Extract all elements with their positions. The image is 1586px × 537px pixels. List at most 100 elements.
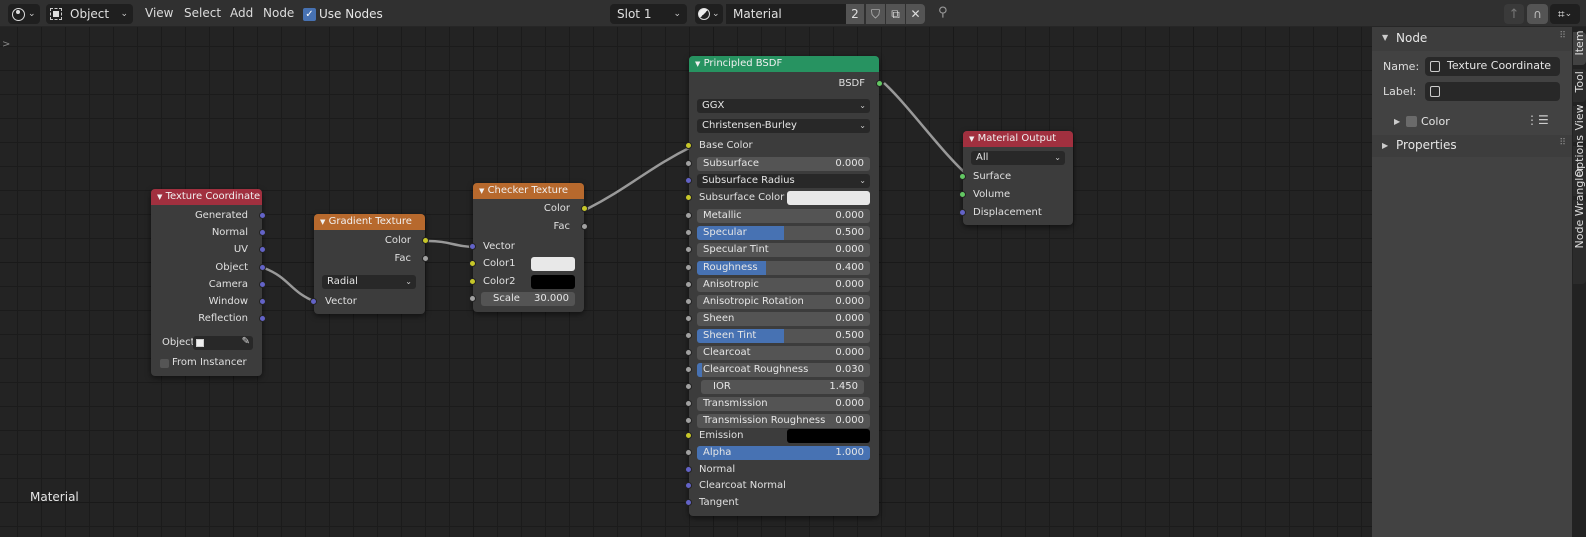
anisotropic-field[interactable]: Anisotropic 0.000 <box>697 278 870 292</box>
socket-transmission-roughness[interactable] <box>685 417 692 424</box>
menu-add[interactable]: Add <box>230 5 253 22</box>
specular-field[interactable]: Specular 0.500 <box>697 226 870 240</box>
collapse-icon[interactable]: ▼ <box>969 135 974 143</box>
anisotropic-rotation-field[interactable]: Anisotropic Rotation 0.000 <box>697 295 870 309</box>
node-gradient-texture[interactable]: ▼ Gradient Texture Color Fac Radial ⌄ Vec… <box>310 214 429 314</box>
socket-scale[interactable] <box>469 295 476 302</box>
duplicate-material-button[interactable]: ⧉ <box>886 4 905 24</box>
properties-panel-header[interactable]: ▶ Properties ⠿ <box>1372 135 1572 157</box>
emission-color-swatch[interactable] <box>787 429 870 443</box>
menu-view[interactable]: View <box>145 5 173 22</box>
subsurface-color-swatch[interactable] <box>787 191 870 205</box>
socket-anisotropic[interactable] <box>685 281 692 288</box>
distribution-dropdown[interactable]: GGX ⌄ <box>697 99 870 113</box>
tab-tool[interactable]: Tool <box>1573 69 1586 102</box>
sheen-field[interactable]: Sheen 0.000 <box>697 312 870 326</box>
drag-handle-icon[interactable]: ⠿ <box>1559 31 1566 41</box>
socket-clearcoat-normal[interactable] <box>685 482 692 489</box>
tab-item[interactable]: Item <box>1573 30 1586 65</box>
collapse-icon[interactable]: ▼ <box>320 218 325 226</box>
socket-ior[interactable] <box>685 383 692 390</box>
specular-tint-field[interactable]: Specular Tint 0.000 <box>697 243 870 257</box>
object-picker-field[interactable]: ✎ <box>193 336 253 350</box>
use-nodes-checkbox[interactable]: ✓ <box>303 7 316 21</box>
toolbar-toggle[interactable]: > <box>2 39 10 50</box>
clearcoat-field[interactable]: Clearcoat 0.000 <box>697 346 870 360</box>
menu-node[interactable]: Node <box>263 5 294 22</box>
socket-clearcoat[interactable] <box>685 349 692 356</box>
node-header[interactable]: ▼ Checker Texture <box>473 183 584 199</box>
socket-surface[interactable] <box>959 173 966 180</box>
socket-volume[interactable] <box>959 191 966 198</box>
metallic-field[interactable]: Metallic 0.000 <box>697 209 870 223</box>
socket-color2[interactable] <box>469 278 476 285</box>
socket-reflection[interactable] <box>259 315 266 322</box>
collapse-icon[interactable]: ▼ <box>157 193 162 201</box>
socket-sheen-tint[interactable] <box>685 332 692 339</box>
socket-alpha[interactable] <box>685 449 692 456</box>
unlink-material-button[interactable]: ✕ <box>906 4 925 24</box>
socket-base-color[interactable] <box>685 142 692 149</box>
use-nodes-toggle[interactable]: ✓ Use Nodes <box>303 7 383 21</box>
ior-field[interactable]: IOR 1.450 <box>701 380 864 394</box>
alpha-field[interactable]: Alpha 1.000 <box>697 446 870 460</box>
node-material-output[interactable]: ▼ Material Output All ⌄ Surface Volume Di… <box>959 131 1073 225</box>
socket-metallic[interactable] <box>685 212 692 219</box>
socket-subsurface[interactable] <box>685 160 692 167</box>
mode-dropdown[interactable]: Object ⌄ <box>46 4 133 24</box>
socket-camera[interactable] <box>259 281 266 288</box>
clearcoat-roughness-field[interactable]: Clearcoat Roughness 0.030 <box>697 363 870 377</box>
socket-normal[interactable] <box>259 229 266 236</box>
color1-swatch[interactable] <box>531 257 575 271</box>
collapse-icon[interactable]: ▼ <box>695 60 700 68</box>
socket-bsdf[interactable] <box>876 80 883 87</box>
socket-transmission[interactable] <box>685 400 692 407</box>
node-header[interactable]: ▼ Texture Coordinate <box>151 189 262 205</box>
slot-dropdown[interactable]: Slot 1 ⌄ <box>610 4 687 24</box>
drag-handle-icon[interactable]: ⠿ <box>1559 138 1566 148</box>
socket-roughness[interactable] <box>685 264 692 271</box>
node-header[interactable]: ▼ Gradient Texture <box>314 214 425 230</box>
menu-select[interactable]: Select <box>184 5 221 22</box>
socket-object[interactable] <box>259 264 266 271</box>
socket-fac[interactable] <box>581 223 588 230</box>
node-panel-header[interactable]: ▼ Node ⠿ <box>1372 27 1572 51</box>
snap-toggle[interactable]: ∩ <box>1527 4 1548 24</box>
subsurface-method-dropdown[interactable]: Christensen-Burley ⌄ <box>697 119 870 133</box>
scale-field[interactable]: Scale 30.000 <box>481 292 575 306</box>
from-instancer-checkbox[interactable] <box>160 359 169 368</box>
parent-node-tree-button[interactable]: ↑ <box>1504 4 1524 24</box>
socket-specular[interactable] <box>685 229 692 236</box>
roughness-field[interactable]: Roughness 0.400 <box>697 261 870 275</box>
eyedropper-icon[interactable]: ✎ <box>242 336 250 347</box>
socket-displacement[interactable] <box>959 209 966 216</box>
material-browse-button[interactable]: ⌄ <box>695 4 723 24</box>
gradient-type-dropdown[interactable]: Radial ⌄ <box>322 275 416 289</box>
tab-node-wrangler[interactable]: Node Wrangler <box>1573 166 1586 284</box>
socket-normal[interactable] <box>685 466 692 473</box>
socket-color[interactable] <box>581 205 588 212</box>
subsurface-radius-dropdown[interactable]: Subsurface Radius ⌄ <box>697 174 870 188</box>
transmission-roughness-field[interactable]: Transmission Roughness 0.000 <box>697 414 870 428</box>
socket-window[interactable] <box>259 298 266 305</box>
sheen-tint-field[interactable]: Sheen Tint 0.500 <box>697 329 870 343</box>
fake-user-button[interactable]: ⛉ <box>866 4 885 24</box>
pin-icon[interactable]: ⚲ <box>938 5 948 20</box>
node-canvas[interactable]: > Material ▼ Texture Coordinate Generate… <box>0 27 1372 537</box>
color2-swatch[interactable] <box>531 275 575 289</box>
editor-type-button[interactable]: ⌄ <box>8 4 40 24</box>
collapse-icon[interactable]: ▼ <box>479 187 484 195</box>
user-count-button[interactable]: 2 <box>846 4 864 24</box>
socket-uv[interactable] <box>259 246 266 253</box>
node-header[interactable]: ▼ Material Output <box>963 131 1073 147</box>
subsurface-field[interactable]: Subsurface 0.000 <box>697 157 870 171</box>
expand-icon[interactable]: ▶ <box>1394 117 1400 126</box>
socket-color1[interactable] <box>469 260 476 267</box>
socket-generated[interactable] <box>259 212 266 219</box>
node-label-field[interactable] <box>1425 82 1560 101</box>
socket-clearcoat-roughness[interactable] <box>685 366 692 373</box>
socket-fac[interactable] <box>422 255 429 262</box>
socket-sheen[interactable] <box>685 315 692 322</box>
node-name-field[interactable]: Texture Coordinate <box>1425 57 1560 76</box>
color-checkbox[interactable] <box>1406 116 1417 127</box>
